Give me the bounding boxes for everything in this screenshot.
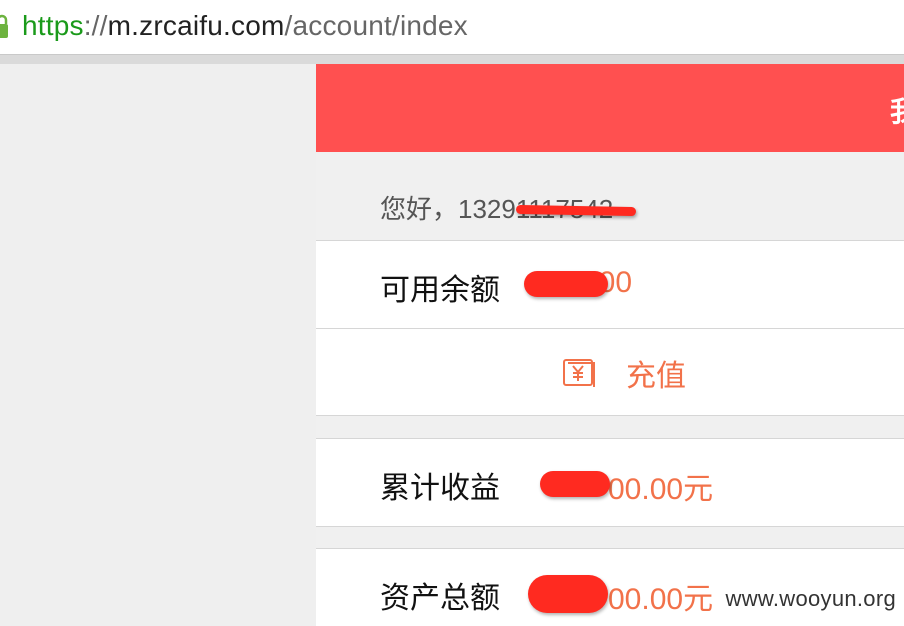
watermark: www.wooyun.org <box>725 586 896 611</box>
lock-icon <box>0 14 8 38</box>
url-separator: :// <box>83 10 108 41</box>
recharge-button[interactable]: 充值 <box>562 351 686 395</box>
earnings-label: 累计收益 <box>380 471 500 506</box>
url-host: m.zrcaifu.com <box>107 10 285 41</box>
address-bar[interactable]: https://m.zrcaifu.com/account/index <box>0 0 904 55</box>
header-title: 我 <box>889 95 904 128</box>
url-scheme: https <box>22 10 84 41</box>
page-header: 我 <box>316 64 904 152</box>
earnings-row: 累计收益 00.00元 <box>316 438 904 527</box>
earnings-value: 00.00元 <box>608 473 714 506</box>
greeting-prefix: 您好， <box>380 194 459 224</box>
assets-value: 00.00元 <box>608 583 714 616</box>
url-path: /account/index <box>284 10 468 41</box>
assets-label: 资产总额 <box>380 581 500 616</box>
recharge-row: 充值 <box>316 329 904 416</box>
assets-redaction <box>528 575 608 613</box>
earnings-redaction <box>540 471 610 497</box>
greeting-text: 您好，13291117542 <box>380 189 637 226</box>
balance-label: 可用余额 <box>380 273 500 308</box>
balance-redaction <box>524 271 608 297</box>
greeting-phone: 13291117542 <box>458 194 637 224</box>
left-blank-area <box>0 64 316 626</box>
account-page: 我 您好，13291117542 可用余额 200 充值 累计收益 00.00元… <box>316 64 904 626</box>
url-text[interactable]: https://m.zrcaifu.com/account/index <box>22 10 468 42</box>
balance-row: 可用余额 200 <box>316 240 904 329</box>
toolbar-shadow <box>0 55 904 64</box>
recharge-label: 充值 <box>626 359 686 394</box>
yen-icon <box>563 359 595 387</box>
